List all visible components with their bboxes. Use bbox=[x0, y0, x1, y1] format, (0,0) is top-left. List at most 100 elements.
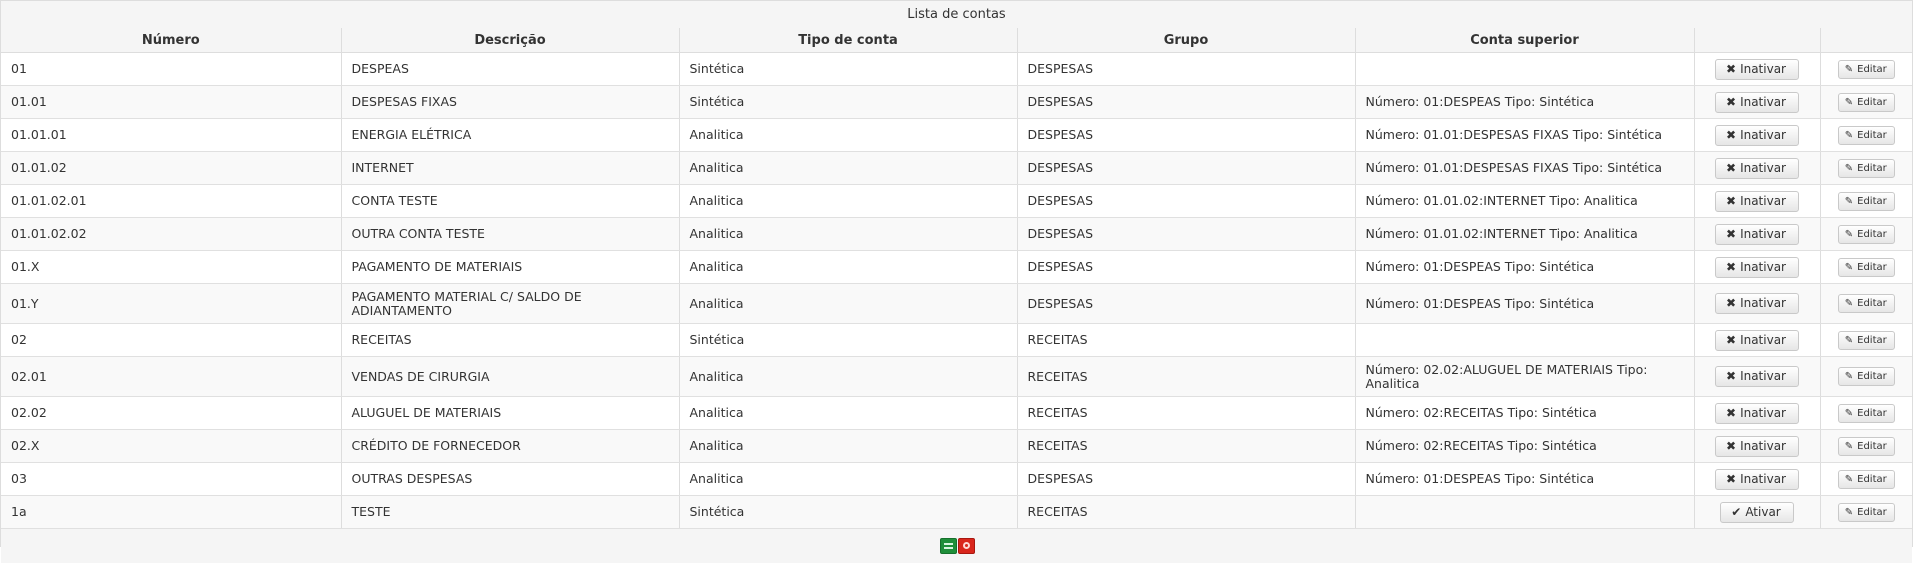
cell-edit: ✎ Editar bbox=[1819, 151, 1912, 185]
inativar-button[interactable]: ✖ Inativar bbox=[1715, 124, 1799, 146]
edit-label: Editar bbox=[1857, 334, 1887, 346]
cell-tipo: Analitica bbox=[678, 283, 1017, 324]
action-label: Ativar bbox=[1745, 504, 1781, 519]
editar-button[interactable]: ✎ Editar bbox=[1837, 436, 1895, 456]
cell-action: ✖ Inativar bbox=[1693, 462, 1820, 496]
inativar-button[interactable]: ✖ Inativar bbox=[1715, 256, 1799, 278]
cell-numero: 01.Y bbox=[1, 283, 341, 324]
editar-button[interactable]: ✎ Editar bbox=[1837, 191, 1895, 211]
cell-superior bbox=[1354, 52, 1694, 86]
cell-grupo: DESPESAS bbox=[1016, 85, 1355, 119]
times-icon: ✖ bbox=[1726, 471, 1737, 486]
header-numero[interactable]: Número bbox=[1, 28, 341, 53]
export-toolbar bbox=[1, 529, 1912, 563]
cell-grupo: DESPESAS bbox=[1016, 283, 1355, 324]
cell-numero: 02.01 bbox=[1, 356, 341, 397]
cell-edit: ✎ Editar bbox=[1819, 52, 1912, 86]
editar-button[interactable]: ✎ Editar bbox=[1837, 403, 1895, 423]
cell-tipo: Analitica bbox=[678, 462, 1017, 496]
editar-button[interactable]: ✎ Editar bbox=[1837, 158, 1895, 178]
cell-superior bbox=[1354, 323, 1694, 357]
editar-button[interactable]: ✎ Editar bbox=[1837, 125, 1895, 145]
inativar-button[interactable]: ✖ Inativar bbox=[1715, 293, 1799, 314]
cell-numero: 1a bbox=[1, 495, 341, 529]
inativar-button[interactable]: ✖ Inativar bbox=[1715, 91, 1799, 113]
table-body: 01 DESPEAS Sintética DESPESAS ✖ Inativar ✎ Edit… bbox=[1, 52, 1912, 529]
inativar-button[interactable]: ✖ Inativar bbox=[1715, 157, 1799, 179]
times-icon: ✖ bbox=[1726, 296, 1737, 310]
inativar-button[interactable]: ✖ Inativar bbox=[1715, 223, 1799, 245]
editar-button[interactable]: ✎ Editar bbox=[1837, 59, 1895, 79]
cell-descricao: OUTRA CONTA TESTE bbox=[340, 217, 679, 251]
cell-edit: ✎ Editar bbox=[1819, 495, 1912, 529]
inativar-button[interactable]: ✖ Inativar bbox=[1715, 435, 1799, 457]
table-row: 03 OUTRAS DESPESAS Analitica DESPESAS Número… bbox=[1, 462, 1912, 496]
cell-numero: 03 bbox=[1, 462, 341, 496]
inativar-button[interactable]: ✖ Inativar bbox=[1715, 190, 1799, 212]
action-label: Inativar bbox=[1740, 94, 1786, 109]
header-superior[interactable]: Conta superior bbox=[1354, 28, 1694, 53]
cell-numero: 01.01.02 bbox=[1, 151, 341, 185]
cell-superior: Número: 01.01.02:INTERNET Tipo: Analitic… bbox=[1354, 217, 1694, 251]
action-label: Inativar bbox=[1740, 369, 1786, 383]
editar-button[interactable]: ✎ Editar bbox=[1837, 294, 1895, 313]
header-tipo[interactable]: Tipo de conta bbox=[678, 28, 1017, 53]
cell-superior: Número: 01:DESPEAS Tipo: Sintética bbox=[1354, 85, 1694, 119]
times-icon: ✖ bbox=[1726, 127, 1737, 142]
editar-button[interactable]: ✎ Editar bbox=[1837, 257, 1895, 277]
cell-edit: ✎ Editar bbox=[1819, 323, 1912, 357]
cell-action: ✖ Inativar bbox=[1693, 250, 1820, 284]
edit-label: Editar bbox=[1857, 440, 1887, 452]
action-label: Inativar bbox=[1740, 259, 1786, 274]
editar-button[interactable]: ✎ Editar bbox=[1837, 92, 1895, 112]
action-label: Inativar bbox=[1740, 61, 1786, 76]
pencil-icon: ✎ bbox=[1844, 96, 1854, 108]
accounts-table: Número Descrição Tipo de conta Grupo Con… bbox=[1, 28, 1912, 529]
inativar-button[interactable]: ✖ Inativar bbox=[1715, 366, 1799, 387]
inativar-button[interactable]: ✖ Inativar bbox=[1715, 58, 1799, 80]
pencil-icon: ✎ bbox=[1844, 261, 1854, 273]
inativar-button[interactable]: ✖ Inativar bbox=[1715, 468, 1799, 490]
cell-numero: 02.02 bbox=[1, 396, 341, 430]
cell-descricao: ALUGUEL DE MATERIAIS bbox=[340, 396, 679, 430]
edit-label: Editar bbox=[1857, 228, 1887, 240]
ativar-button[interactable]: ✔ Ativar bbox=[1720, 501, 1794, 523]
excel-export-icon[interactable] bbox=[939, 538, 957, 554]
edit-label: Editar bbox=[1857, 298, 1887, 309]
editar-button[interactable]: ✎ Editar bbox=[1837, 502, 1895, 522]
cell-action: ✖ Inativar bbox=[1693, 396, 1820, 430]
header-grupo[interactable]: Grupo bbox=[1016, 28, 1355, 53]
cell-tipo: Analitica bbox=[678, 396, 1017, 430]
pencil-icon: ✎ bbox=[1844, 63, 1854, 75]
inativar-button[interactable]: ✖ Inativar bbox=[1715, 402, 1799, 424]
pencil-icon: ✎ bbox=[1844, 195, 1854, 207]
cell-action: ✖ Inativar bbox=[1693, 118, 1820, 152]
times-icon: ✖ bbox=[1726, 369, 1737, 383]
table-row: 01.01.02.02 OUTRA CONTA TESTE Analitica DES… bbox=[1, 217, 1912, 251]
cell-edit: ✎ Editar bbox=[1819, 118, 1912, 152]
pencil-icon: ✎ bbox=[1844, 228, 1854, 240]
header-descricao[interactable]: Descrição bbox=[340, 28, 679, 53]
times-icon: ✖ bbox=[1726, 193, 1737, 208]
cell-action: ✖ Inativar bbox=[1693, 323, 1820, 357]
cell-action: ✖ Inativar bbox=[1693, 217, 1820, 251]
cell-grupo: DESPESAS bbox=[1016, 250, 1355, 284]
editar-button[interactable]: ✎ Editar bbox=[1837, 330, 1895, 350]
cell-tipo: Sintética bbox=[678, 85, 1017, 119]
editar-button[interactable]: ✎ Editar bbox=[1837, 469, 1895, 489]
edit-label: Editar bbox=[1857, 129, 1887, 141]
cell-edit: ✎ Editar bbox=[1819, 217, 1912, 251]
cell-superior: Número: 01:DESPEAS Tipo: Sintética bbox=[1354, 283, 1694, 324]
pdf-export-icon[interactable] bbox=[957, 538, 975, 554]
edit-label: Editar bbox=[1857, 371, 1887, 382]
editar-button[interactable]: ✎ Editar bbox=[1837, 224, 1895, 244]
editar-button[interactable]: ✎ Editar bbox=[1837, 367, 1895, 386]
inativar-button[interactable]: ✖ Inativar bbox=[1715, 329, 1799, 351]
table-row: 1a TESTE Sintética RECEITAS ✔ Ativar ✎ Editar bbox=[1, 495, 1912, 529]
action-label: Inativar bbox=[1740, 332, 1786, 347]
cell-superior: Número: 01:DESPEAS Tipo: Sintética bbox=[1354, 250, 1694, 284]
cell-edit: ✎ Editar bbox=[1819, 283, 1912, 324]
table-row: 01.01.01 ENERGIA ELÉTRICA Analitica DESPESA… bbox=[1, 118, 1912, 152]
cell-descricao: PAGAMENTO DE MATERIAIS bbox=[340, 250, 679, 284]
edit-label: Editar bbox=[1857, 96, 1887, 108]
